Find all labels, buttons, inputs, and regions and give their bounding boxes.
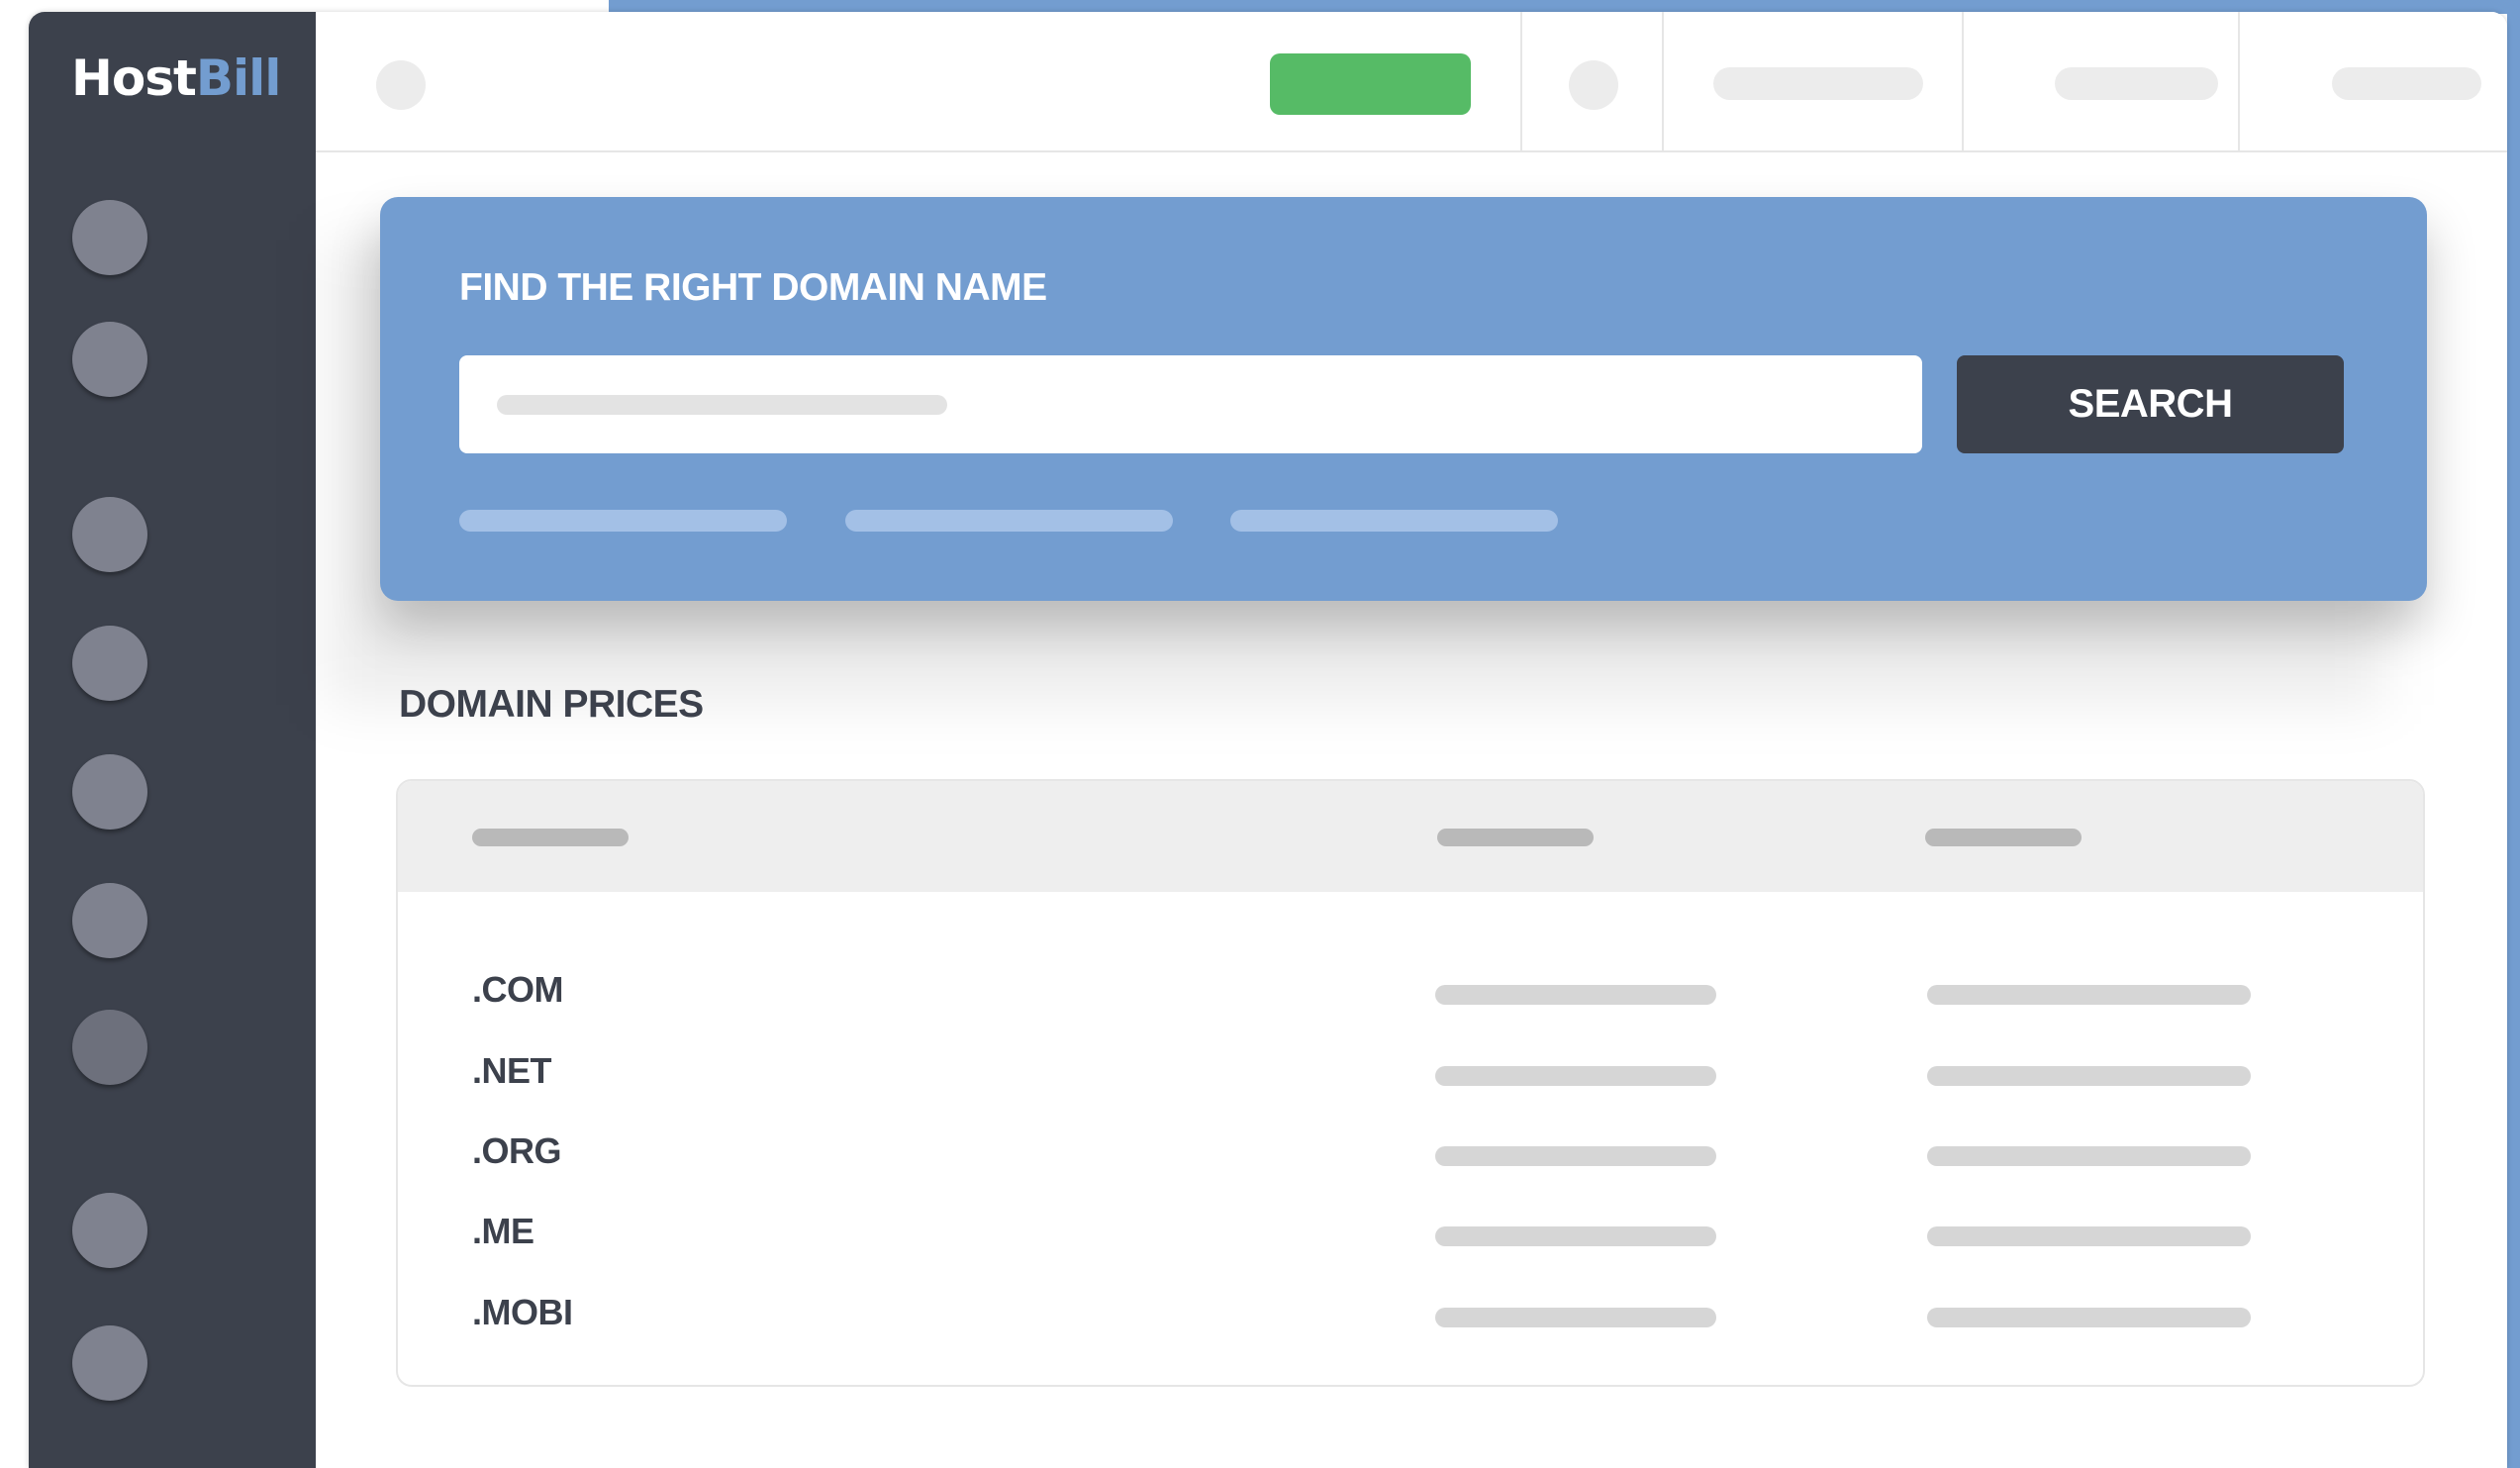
hostbill-logo[interactable]: HostBill xyxy=(71,49,282,107)
app-window: HostBill FIND THE RIGHT DOMAIN NAME SEAR… xyxy=(29,12,2507,1468)
sidebar: HostBill xyxy=(29,12,316,1468)
suggestion-link[interactable] xyxy=(845,510,1173,532)
column-header xyxy=(472,829,629,846)
sidebar-nav-icon[interactable] xyxy=(72,1193,147,1268)
topbar-menu-item[interactable] xyxy=(2055,67,2218,100)
table-row[interactable]: .COM xyxy=(398,959,2423,1019)
tld-label: .ME xyxy=(472,1211,534,1251)
table-row[interactable]: .MOBI xyxy=(398,1282,2423,1341)
topbar-divider xyxy=(1520,12,1522,150)
price-cell xyxy=(1927,1066,2251,1086)
topbar-menu-item[interactable] xyxy=(1713,67,1923,100)
topbar-menu-item[interactable] xyxy=(2332,67,2481,100)
table-row[interactable]: .ME xyxy=(398,1201,2423,1260)
suggestion-link[interactable] xyxy=(1230,510,1558,532)
search-button[interactable]: SEARCH xyxy=(1957,355,2344,453)
table-header xyxy=(398,781,2423,892)
topbar xyxy=(316,12,2507,152)
table-row[interactable]: .NET xyxy=(398,1040,2423,1100)
domain-prices-title: DOMAIN PRICES xyxy=(399,683,704,726)
topbar-divider xyxy=(2238,12,2240,150)
price-cell xyxy=(1435,985,1716,1005)
column-header xyxy=(1925,829,2082,846)
price-cell xyxy=(1927,1308,2251,1327)
column-header xyxy=(1437,829,1594,846)
right-edge-accent xyxy=(2507,0,2520,1468)
table-row[interactable]: .ORG xyxy=(398,1121,2423,1180)
tld-label: .COM xyxy=(472,969,564,1010)
topbar-divider xyxy=(1962,12,1964,150)
menu-toggle-icon[interactable] xyxy=(376,60,426,110)
sidebar-nav-icon[interactable] xyxy=(72,200,147,275)
logo-host: Host xyxy=(71,49,197,107)
price-cell xyxy=(1435,1146,1716,1166)
sidebar-nav-icon[interactable] xyxy=(72,497,147,572)
domain-search-card: FIND THE RIGHT DOMAIN NAME SEARCH xyxy=(380,197,2427,601)
sidebar-nav-icon[interactable] xyxy=(72,754,147,830)
sidebar-nav-icon[interactable] xyxy=(72,322,147,397)
price-cell xyxy=(1927,1226,2251,1246)
sidebar-nav-icon[interactable] xyxy=(72,1010,147,1085)
tld-label: .MOBI xyxy=(472,1292,573,1332)
tld-label: .ORG xyxy=(472,1130,562,1171)
topbar-divider xyxy=(1662,12,1664,150)
tld-label: .NET xyxy=(472,1050,552,1091)
price-cell xyxy=(1927,985,2251,1005)
price-cell xyxy=(1435,1066,1716,1086)
price-cell xyxy=(1927,1146,2251,1166)
price-cell xyxy=(1435,1308,1716,1327)
sidebar-nav-icon[interactable] xyxy=(72,883,147,958)
primary-action-button[interactable] xyxy=(1270,53,1471,115)
input-placeholder xyxy=(497,395,947,415)
suggestion-link[interactable] xyxy=(459,510,787,532)
price-cell xyxy=(1435,1226,1716,1246)
domain-prices-table: .COM .NET .ORG .ME .MOBI xyxy=(396,779,2425,1387)
notification-icon[interactable] xyxy=(1569,60,1618,110)
sidebar-nav-icon[interactable] xyxy=(72,1325,147,1401)
search-title: FIND THE RIGHT DOMAIN NAME xyxy=(459,266,1047,309)
sidebar-nav-icon[interactable] xyxy=(72,626,147,701)
logo-bill: Bill xyxy=(195,49,282,107)
